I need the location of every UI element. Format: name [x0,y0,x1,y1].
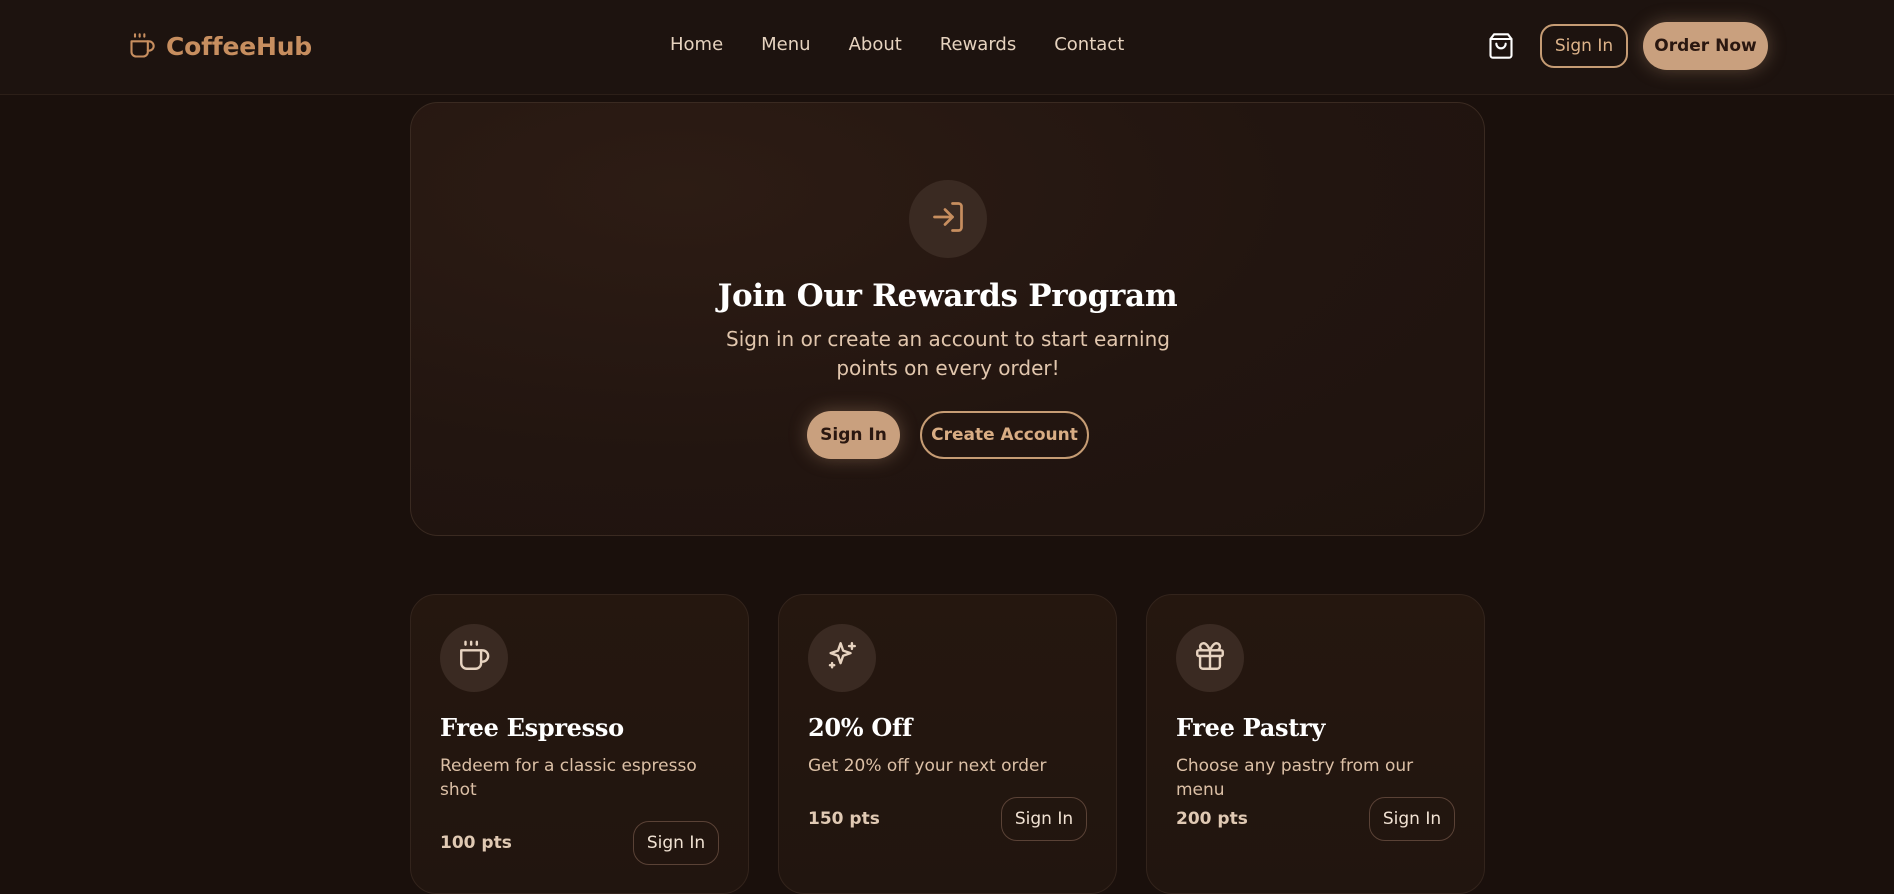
hero-actions: Sign In Create Account [807,411,1089,459]
hero-icon-circle [909,180,987,258]
hero-subtitle: Sign in or create an account to start ea… [726,327,1170,380]
nav-link-home[interactable]: Home [670,34,723,55]
create-account-button[interactable]: Create Account [920,411,1089,459]
card-icon-circle [1176,624,1244,692]
shopping-bag-icon [1487,32,1515,65]
gift-icon [1193,639,1227,678]
rewards-hero: Join Our Rewards Program Sign in or crea… [410,102,1485,536]
nav-link-menu[interactable]: Menu [761,34,810,55]
nav-sign-in-button[interactable]: Sign In [1540,24,1628,68]
card-title: Free Pastry [1176,713,1325,742]
brand-name: CoffeeHub [166,31,313,61]
card-description: Redeem for a classic espresso shot [440,756,697,800]
sign-in-arrow-icon [930,199,966,240]
reward-card-free-espresso: Free Espresso Redeem for a classic espre… [410,594,749,894]
brand-logo[interactable]: CoffeeHub [128,30,312,62]
card-icon-circle [808,624,876,692]
reward-card-20-off: 20% Off Get 20% off your next order 150 … [778,594,1117,894]
card-title: Free Espresso [440,713,624,742]
card-points: 200 pts [1176,809,1248,829]
card-sign-in-button[interactable]: Sign In [1001,797,1087,841]
nav-link-rewards[interactable]: Rewards [940,34,1016,55]
card-points: 150 pts [808,809,880,829]
nav-link-contact[interactable]: Contact [1054,34,1124,55]
card-title: 20% Off [808,713,913,742]
nav-link-about[interactable]: About [849,34,902,55]
card-description: Choose any pastry from our menu [1176,756,1414,800]
card-icon-circle [440,624,508,692]
coffee-cup-icon [128,32,156,60]
coffee-cup-icon [457,639,491,678]
cart-button[interactable] [1485,32,1517,64]
card-sign-in-button[interactable]: Sign In [1369,797,1455,841]
hero-title: Join Our Rewards Program [717,278,1178,314]
reward-card-free-pastry: Free Pastry Choose any pastry from our m… [1146,594,1485,894]
hero-sign-in-button[interactable]: Sign In [807,411,900,459]
main-nav: Home Menu About Rewards Contact [670,34,1124,55]
card-sign-in-button[interactable]: Sign In [633,821,719,865]
top-navbar: CoffeeHub Home Menu About Rewards Contac… [0,0,1894,95]
order-now-button[interactable]: Order Now [1643,22,1768,70]
card-description: Get 20% off your next order [808,756,1047,776]
sparkles-icon [825,639,859,678]
card-points: 100 pts [440,833,512,853]
